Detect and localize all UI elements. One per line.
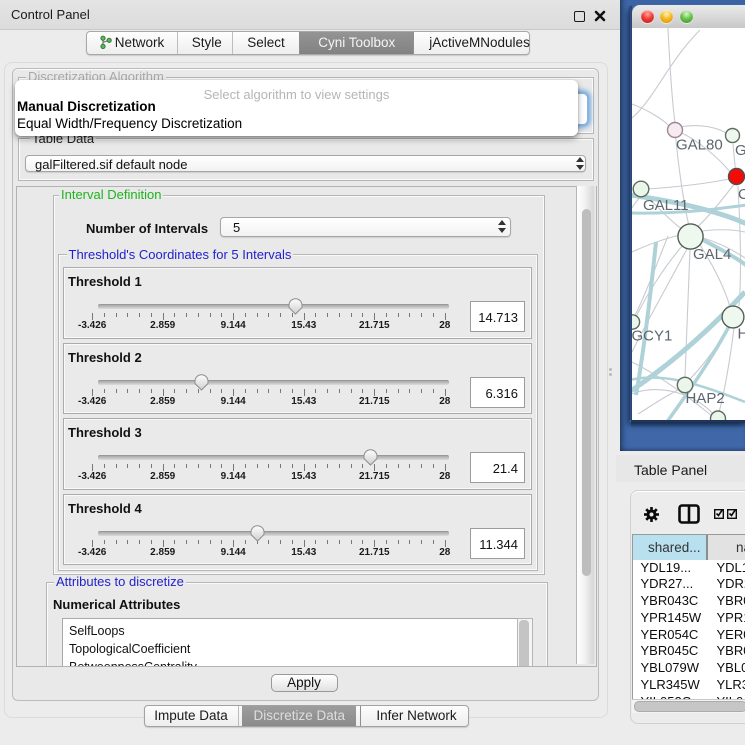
svg-text:GAL80: GAL80 — [676, 137, 723, 154]
svg-text:GAL4: GAL4 — [693, 246, 731, 263]
svg-text:HAP2: HAP2 — [686, 390, 725, 407]
svg-text:H: H — [738, 326, 745, 343]
svg-text:GAL11: GAL11 — [643, 197, 689, 214]
svg-text:GCY1: GCY1 — [632, 328, 672, 345]
svg-text:C: C — [738, 186, 745, 203]
svg-text:GA: GA — [735, 142, 745, 159]
